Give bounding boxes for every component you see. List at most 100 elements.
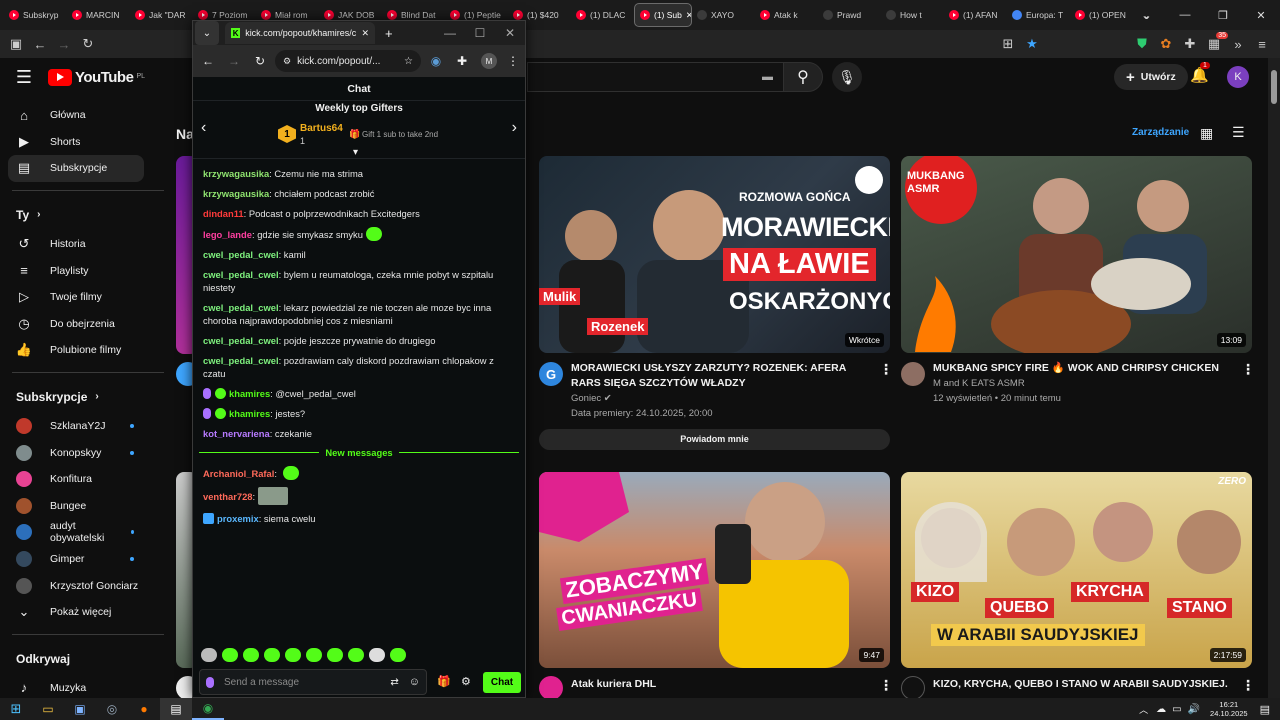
browser-tab[interactable]: MARCIN [67, 3, 130, 27]
chat-username[interactable]: cwel_pedal_cwel [203, 335, 279, 346]
sidebar-item-krzysztof-gonciarz[interactable]: Krzysztof Gonciarz [0, 572, 176, 599]
popup-maximize-icon[interactable]: ☐ [465, 26, 495, 40]
emote-icon[interactable] [306, 648, 322, 662]
translate-icon[interactable]: ⇄ [390, 677, 398, 688]
video-thumbnail[interactable]: ZERO KIZO QUEBO KRYCHA STANO W ARABII SA… [901, 472, 1252, 668]
popup-tab[interactable]: K kick.com/popout/khamires/cha ✕ [225, 22, 375, 44]
search-box-tail[interactable]: ▬ [527, 62, 783, 92]
tab-search-icon[interactable]: ⌄ [1128, 0, 1166, 30]
sidebar-item-gimper[interactable]: Gimper [0, 546, 176, 573]
browser-tab[interactable]: Europa: T [1007, 3, 1070, 27]
popup-close-icon[interactable]: ✕ [495, 26, 525, 40]
sidebar-item-polubione-filmy[interactable]: 👍 Polubione filmy [0, 337, 176, 364]
top-gifter-name[interactable]: Bartus64 [300, 123, 343, 134]
keyboard-icon[interactable]: ▬ [762, 71, 773, 83]
chat-gift-icon[interactable]: 🎁 [437, 675, 451, 688]
video-title[interactable]: MORAWIECKI USŁYSZY ZARZUTY? ROZENEK: AFE… [571, 361, 863, 391]
start-icon[interactable]: ⊞ [0, 698, 32, 720]
chat-username[interactable]: proxemix [217, 513, 259, 524]
video-thumbnail[interactable]: ZOBACZYMY CWANIACZKU 9:47 [539, 472, 890, 668]
browser-tab[interactable]: (1) Sub✕ [634, 3, 692, 27]
gifters-prev-icon[interactable]: ‹ [201, 119, 206, 137]
sidebar-item-konopskyy[interactable]: Konopskyy [0, 439, 176, 466]
video-thumbnail[interactable]: ROZMOWA GOŃCA MORAWIECKI NA ŁAWIE OSKARŻ… [539, 156, 890, 353]
send-chat-button[interactable]: Chat [483, 672, 521, 693]
back-icon[interactable]: ← [28, 32, 52, 56]
popup-reload-icon[interactable]: ↻ [249, 54, 271, 68]
channel-avatar[interactable] [539, 676, 563, 700]
sidebar-item-g-wna[interactable]: ⌂ Główna [0, 102, 176, 129]
translate-extension-icon[interactable]: ◉ [425, 54, 447, 68]
video-title[interactable]: MUKBANG SPICY FIRE 🔥 WOK AND CHRIPSY CHI… [933, 361, 1233, 376]
popup-forward-icon[interactable]: → [223, 54, 245, 68]
youtube-logo[interactable]: YouTube PL [48, 68, 145, 86]
chat-username[interactable]: cwel_pedal_cwel [203, 249, 279, 260]
popup-extensions-icon[interactable]: ✚ [451, 54, 473, 68]
cloud-icon[interactable]: ☁ [1156, 704, 1166, 715]
firefox-icon[interactable]: ● [128, 698, 160, 720]
sidebar-item-historia[interactable]: ↺ Historia [0, 231, 176, 258]
emote-icon[interactable] [264, 648, 280, 662]
puzzle-icon[interactable]: ✚ [1178, 32, 1202, 56]
notes-app-icon[interactable]: ▤ [160, 698, 192, 720]
channel-avatar[interactable] [901, 362, 925, 386]
video-title[interactable]: KIZO, KRYCHA, QUEBO I STANO W ARABII SAU… [933, 677, 1233, 692]
video-menu-icon[interactable]: ⋮ [1241, 361, 1255, 378]
close-icon[interactable]: ✕ [1242, 0, 1280, 30]
popup-profile-avatar[interactable]: M [481, 53, 497, 69]
volume-icon[interactable]: 🔊 [1188, 704, 1200, 715]
chat-username[interactable]: venthar728 [203, 491, 253, 502]
tab-close-icon[interactable]: ✕ [361, 28, 369, 39]
chrome-icon[interactable]: ◉ [192, 698, 224, 720]
gift-cta[interactable]: Gift 1 sub to take 2nd [362, 130, 438, 139]
video-menu-icon[interactable]: ⋮ [1241, 677, 1255, 694]
browser-tab[interactable]: XAYO [692, 3, 755, 27]
channel-avatar[interactable] [901, 676, 925, 700]
chat-username[interactable]: khamires [229, 388, 270, 399]
tab-list-icon[interactable]: ⌄ [195, 21, 219, 45]
chat-username[interactable]: khamires [229, 408, 270, 419]
menu-icon[interactable]: ≡ [1250, 32, 1274, 56]
chat-username[interactable]: dindan11 [203, 208, 244, 219]
chat-username[interactable]: lego_lande [203, 229, 252, 240]
collapse-gifters-icon[interactable]: ▾ [353, 147, 358, 158]
sidebar-item-twoje-filmy[interactable]: ▷ Twoje filmy [0, 284, 176, 311]
fox-extension-icon[interactable]: ✿ [1154, 32, 1178, 56]
popup-url-field[interactable]: ⚙ kick.com/popout/... ☆ [275, 50, 421, 72]
subscriptions-section-title[interactable]: Subskrypcje › [0, 381, 176, 413]
shield-extension-icon[interactable]: ⛊ [1130, 32, 1154, 56]
sidebar-item-subskrypcje[interactable]: ▤ Subskrypcje [8, 155, 144, 182]
you-section-title[interactable]: Ty › [0, 199, 176, 231]
emote-icon[interactable] [369, 648, 385, 662]
notification-center-icon[interactable]: ▤ [1260, 703, 1270, 716]
video-menu-icon[interactable]: ⋮ [879, 677, 893, 694]
sidebar-item-shorts[interactable]: ▶ Shorts [0, 129, 176, 156]
hamburger-icon[interactable]: ☰ [0, 67, 48, 88]
browser-tab[interactable]: Jak "DAR [130, 3, 193, 27]
sidebar-item-szklanay2j[interactable]: SzklanaY2J [0, 413, 176, 440]
network-icon[interactable]: ▭ [1172, 704, 1181, 715]
notify-me-button[interactable]: Powiadom mnie [539, 429, 890, 450]
chat-input[interactable]: Send a message ⇄ ☺ [199, 669, 427, 695]
sidebar-toggle-icon[interactable]: ▣ [4, 32, 28, 56]
browser-tab[interactable]: (1) AFAN [944, 3, 1007, 27]
chat-username[interactable]: krzywagausika [203, 188, 269, 199]
emote-icon[interactable] [222, 648, 238, 662]
bookmark-icon[interactable]: ☆ [404, 56, 413, 67]
reload-icon[interactable]: ↻ [76, 32, 100, 56]
popup-menu-icon[interactable]: ⋮ [505, 54, 521, 68]
steam-icon[interactable]: ◎ [96, 698, 128, 720]
browser-tab[interactable]: Prawd [818, 3, 881, 27]
page-scrollbar[interactable] [1268, 58, 1280, 698]
minimize-icon[interactable]: — [1166, 0, 1204, 30]
emote-icon[interactable] [348, 648, 364, 662]
forward-icon[interactable]: → [52, 32, 76, 56]
video-thumbnail[interactable]: MUKBANG ASMR 13:09 [901, 156, 1252, 353]
sidebar-item-konfitura[interactable]: Konfitura [0, 466, 176, 493]
restore-icon[interactable]: ❐ [1204, 0, 1242, 30]
scrollbar-thumb[interactable] [1271, 70, 1277, 104]
extensions-icon[interactable]: ▦ 35 [1202, 32, 1228, 56]
popup-back-icon[interactable]: ← [197, 54, 219, 68]
chat-username[interactable]: krzywagausika [203, 168, 269, 179]
emote-icon[interactable] [243, 648, 259, 662]
